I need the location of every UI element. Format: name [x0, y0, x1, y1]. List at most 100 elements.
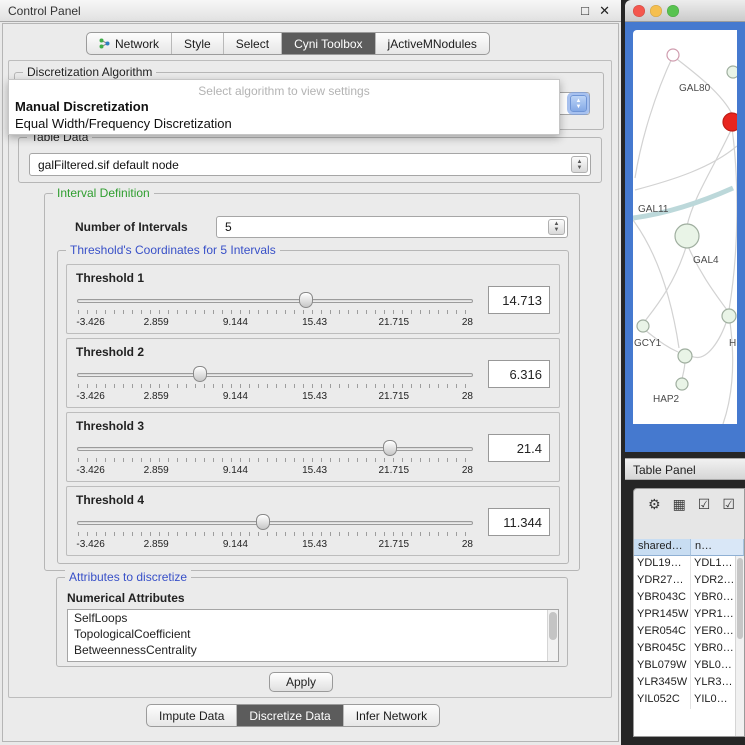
- list-item[interactable]: TopologicalCoefficient: [68, 626, 558, 642]
- list-scrollbar[interactable]: [547, 610, 558, 661]
- scrollbar-thumb[interactable]: [737, 558, 743, 639]
- table-cell[interactable]: YBL079W: [634, 658, 691, 675]
- table-cell[interactable]: YPR145W: [634, 607, 691, 624]
- slider-ticks: [78, 532, 472, 536]
- network-icon: [99, 38, 110, 49]
- table-row[interactable]: YBR043CYBR0…: [634, 590, 735, 607]
- node-hap2[interactable]: [676, 378, 688, 390]
- table-cell[interactable]: YER054C: [634, 624, 691, 641]
- table-cell[interactable]: YDR2…: [691, 573, 735, 590]
- table-row[interactable]: YBL079WYBL0…: [634, 658, 735, 675]
- tab-style[interactable]: Style: [172, 33, 224, 54]
- checkbox-icon[interactable]: ☑: [722, 496, 735, 513]
- table-cell[interactable]: YDL1…: [691, 556, 735, 573]
- table-data-combo[interactable]: galFiltered.sif default node: [29, 153, 591, 176]
- table-data-group: Table Data galFiltered.sif default node: [18, 137, 602, 183]
- network-view-window: GAL80 GAL11 GAL4 GCY1 HAP2 H: [625, 0, 745, 452]
- table-cell[interactable]: YDL19…: [634, 556, 691, 573]
- table-cell[interactable]: YER0…: [691, 624, 735, 641]
- scale-label: 21.715: [379, 391, 410, 402]
- tab-discretize-data[interactable]: Discretize Data: [237, 705, 343, 726]
- tab-cyni-toolbox[interactable]: Cyni Toolbox: [282, 33, 375, 54]
- control-panel-titlebar: Control Panel □ ✕: [0, 0, 621, 22]
- apply-button[interactable]: Apply: [269, 672, 333, 692]
- close-traffic-light-icon[interactable]: [633, 5, 645, 17]
- table-cell[interactable]: YLR345W: [634, 675, 691, 692]
- table-cell[interactable]: YLR3…: [691, 675, 735, 692]
- slider-thumb-icon[interactable]: [256, 514, 270, 530]
- group-title-attributes: Attributes to discretize: [65, 570, 191, 584]
- table-cell[interactable]: YBR043C: [634, 590, 691, 607]
- table-cell[interactable]: YBR0…: [691, 641, 735, 658]
- threshold-value-field[interactable]: 14.713: [488, 286, 550, 314]
- table-scrollbar[interactable]: [735, 556, 744, 736]
- node[interactable]: [678, 349, 692, 363]
- column-header[interactable]: shared…: [634, 539, 691, 556]
- threshold-slider[interactable]: -3.4262.8599.14415.4321.71528: [77, 364, 473, 406]
- table-row[interactable]: YIL052CYIL0…: [634, 692, 735, 709]
- table-cell[interactable]: YPR1…: [691, 607, 735, 624]
- threshold-slider[interactable]: -3.4262.8599.14415.4321.71528: [77, 438, 473, 480]
- combo-stepper-icon[interactable]: [548, 219, 565, 235]
- slider-thumb-icon[interactable]: [193, 366, 207, 382]
- column-header[interactable]: n…: [691, 539, 744, 556]
- table-cell[interactable]: YBR045C: [634, 641, 691, 658]
- scrollbar-thumb[interactable]: [549, 612, 557, 640]
- node[interactable]: [722, 309, 736, 323]
- combo-stepper-icon[interactable]: [571, 156, 588, 173]
- bottom-tab-bar: Impute DataDiscretize DataInfer Network: [146, 704, 440, 727]
- num-intervals-label: Number of Intervals: [75, 220, 188, 234]
- zoom-traffic-light-icon[interactable]: [667, 5, 679, 17]
- node-gal4[interactable]: [675, 224, 699, 248]
- combo-stepper-icon[interactable]: [570, 95, 587, 112]
- close-window-icon[interactable]: ✕: [599, 3, 610, 19]
- network-window-titlebar[interactable]: [625, 0, 745, 22]
- dropdown-option[interactable]: Manual Discretization: [9, 98, 559, 115]
- table-cell[interactable]: YIL052C: [634, 692, 691, 709]
- table-cell[interactable]: YBR0…: [691, 590, 735, 607]
- tab-jactivemnodules[interactable]: jActiveMNodules: [376, 33, 489, 54]
- network-canvas[interactable]: GAL80 GAL11 GAL4 GCY1 HAP2 H: [633, 30, 737, 424]
- threshold-value-field[interactable]: 11.344: [488, 508, 550, 536]
- selected-node[interactable]: [723, 113, 737, 131]
- list-item[interactable]: BetweennessCentrality: [68, 642, 558, 658]
- threshold-slider[interactable]: -3.4262.8599.14415.4321.71528: [77, 512, 473, 554]
- numerical-attributes-list[interactable]: SelfLoopsTopologicalCoefficientBetweenne…: [67, 609, 559, 662]
- float-window-icon[interactable]: □: [581, 3, 589, 18]
- table-row[interactable]: YDL19…YDL1…: [634, 556, 735, 573]
- checkbox-icon[interactable]: ☑: [698, 496, 711, 513]
- node[interactable]: [727, 66, 737, 78]
- scale-label: 9.144: [223, 317, 248, 328]
- node-gcy1[interactable]: [637, 320, 649, 332]
- gear-icon[interactable]: ⚙: [648, 496, 661, 513]
- columns-icon[interactable]: ▦: [673, 496, 686, 513]
- threshold-value-field[interactable]: 6.316: [488, 360, 550, 388]
- threshold-value-field[interactable]: 21.4: [488, 434, 550, 462]
- tab-network[interactable]: Network: [87, 33, 172, 54]
- list-item[interactable]: SelfLoops: [68, 610, 558, 626]
- table-row[interactable]: YER054CYER0…: [634, 624, 735, 641]
- tab-impute-data[interactable]: Impute Data: [147, 705, 237, 726]
- threshold-label: Threshold 4: [76, 493, 144, 507]
- slider-ticks: [78, 458, 472, 462]
- dropdown-option[interactable]: Equal Width/Frequency Discretization: [9, 115, 559, 132]
- slider-thumb-icon[interactable]: [299, 292, 313, 308]
- numerical-attributes-label: Numerical Attributes: [67, 591, 185, 605]
- table-row[interactable]: YPR145WYPR1…: [634, 607, 735, 624]
- node[interactable]: [667, 49, 679, 61]
- table-cell[interactable]: YIL0…: [691, 692, 735, 709]
- num-intervals-combo[interactable]: 5: [216, 216, 568, 238]
- table-cell[interactable]: YBL0…: [691, 658, 735, 675]
- threshold-slider[interactable]: -3.4262.8599.14415.4321.71528: [77, 290, 473, 332]
- slider-thumb-icon[interactable]: [383, 440, 397, 456]
- tab-select[interactable]: Select: [224, 33, 282, 54]
- tab-infer-network[interactable]: Infer Network: [344, 705, 439, 726]
- table-row[interactable]: YBR045CYBR0…: [634, 641, 735, 658]
- slider-ticks: [78, 310, 472, 314]
- minimize-traffic-light-icon[interactable]: [650, 5, 662, 17]
- table-row[interactable]: YLR345WYLR3…: [634, 675, 735, 692]
- node-label-hap2: HAP2: [653, 394, 680, 405]
- table-cell[interactable]: YDR27…: [634, 573, 691, 590]
- table-row[interactable]: YDR27…YDR2…: [634, 573, 735, 590]
- scale-label: -3.426: [76, 539, 104, 550]
